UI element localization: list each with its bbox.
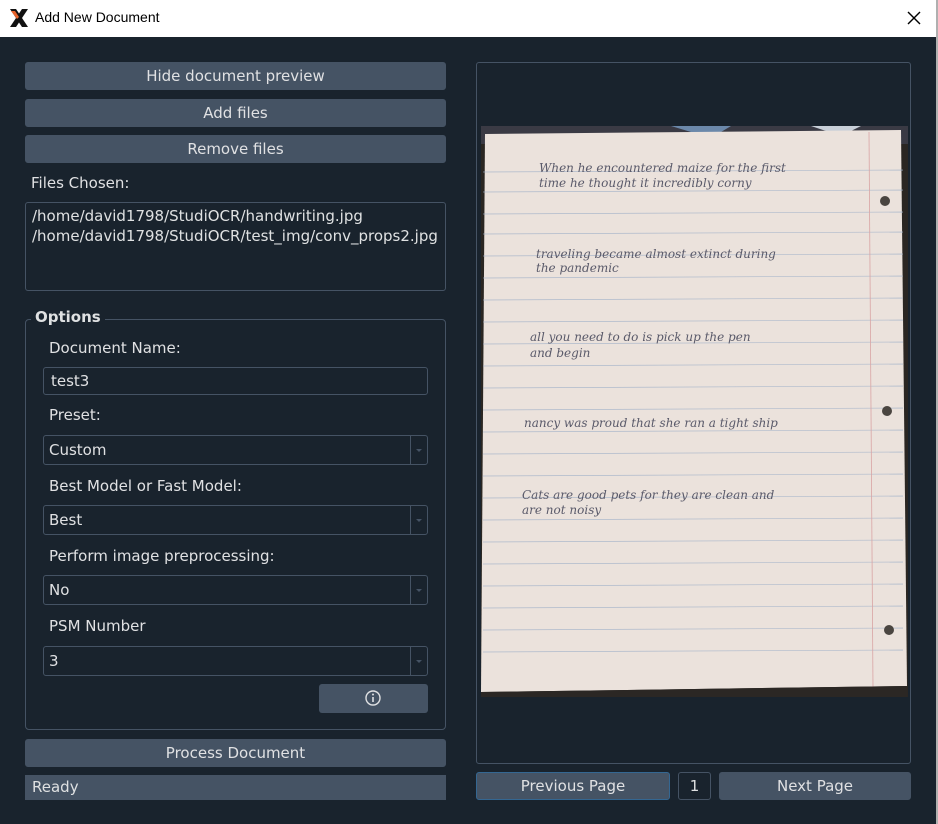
hide-preview-button[interactable]: Hide document preview xyxy=(25,62,446,90)
x-logo-icon xyxy=(10,9,28,27)
preprocess-value: No xyxy=(49,581,70,599)
info-icon xyxy=(365,690,381,706)
model-value: Best xyxy=(49,511,83,529)
next-page-button[interactable]: Next Page xyxy=(719,772,911,800)
preset-value: Custom xyxy=(49,441,107,459)
chevron-down-icon[interactable] xyxy=(410,647,427,675)
close-icon[interactable] xyxy=(903,7,925,29)
file-item[interactable]: /home/david1798/StudiOCR/test_img/conv_p… xyxy=(32,226,439,246)
previous-page-button[interactable]: Previous Page xyxy=(476,772,670,800)
preset-select[interactable]: Custom xyxy=(43,435,428,465)
add-files-button[interactable]: Add files xyxy=(25,99,446,127)
page-number-field[interactable]: 1 xyxy=(678,772,711,800)
window-title: Add New Document xyxy=(35,9,160,25)
model-select[interactable]: Best xyxy=(43,505,428,535)
handwriting-line: When he encountered maize for the first xyxy=(539,161,786,175)
psm-label: PSM Number xyxy=(49,617,146,635)
handwriting-line: Cats are good pets for they are clean an… xyxy=(522,488,775,502)
preprocess-select[interactable]: No xyxy=(43,575,428,605)
handwriting-line: all you need to do is pick up the pen xyxy=(530,330,751,344)
psm-select[interactable]: 3 xyxy=(43,646,428,676)
handwriting-line: nancy was proud that she ran a tight shi… xyxy=(524,416,778,430)
file-item[interactable]: /home/david1798/StudiOCR/handwriting.jpg xyxy=(32,206,439,226)
chevron-down-icon[interactable] xyxy=(410,506,427,534)
document-name-label: Document Name: xyxy=(49,339,181,357)
chevron-down-icon[interactable] xyxy=(410,436,427,464)
model-label: Best Model or Fast Model: xyxy=(49,477,242,495)
handwriting-line: are not noisy xyxy=(522,503,601,517)
remove-files-button[interactable]: Remove files xyxy=(25,135,446,163)
handwriting-line: time he thought it incredibly corny xyxy=(539,176,752,190)
options-title: Options xyxy=(31,308,105,326)
files-list[interactable]: /home/david1798/StudiOCR/handwriting.jpg… xyxy=(25,202,446,291)
psm-info-button[interactable] xyxy=(319,684,428,713)
handwriting-line: and begin xyxy=(530,346,590,360)
files-chosen-label: Files Chosen: xyxy=(31,174,130,192)
process-document-button[interactable]: Process Document xyxy=(25,739,446,767)
preset-label: Preset: xyxy=(49,406,101,424)
document-name-input[interactable]: test3 xyxy=(43,367,428,395)
handwriting-line: traveling became almost extinct during xyxy=(536,247,776,261)
document-page-image: When he encountered maize for the first … xyxy=(481,126,908,697)
handwriting-line: the pandemic xyxy=(536,261,619,275)
chevron-down-icon[interactable] xyxy=(410,576,427,604)
psm-value: 3 xyxy=(49,652,59,670)
status-bar: Ready xyxy=(25,775,446,800)
preprocess-label: Perform image preprocessing: xyxy=(49,547,275,565)
title-bar: Add New Document xyxy=(0,0,938,37)
